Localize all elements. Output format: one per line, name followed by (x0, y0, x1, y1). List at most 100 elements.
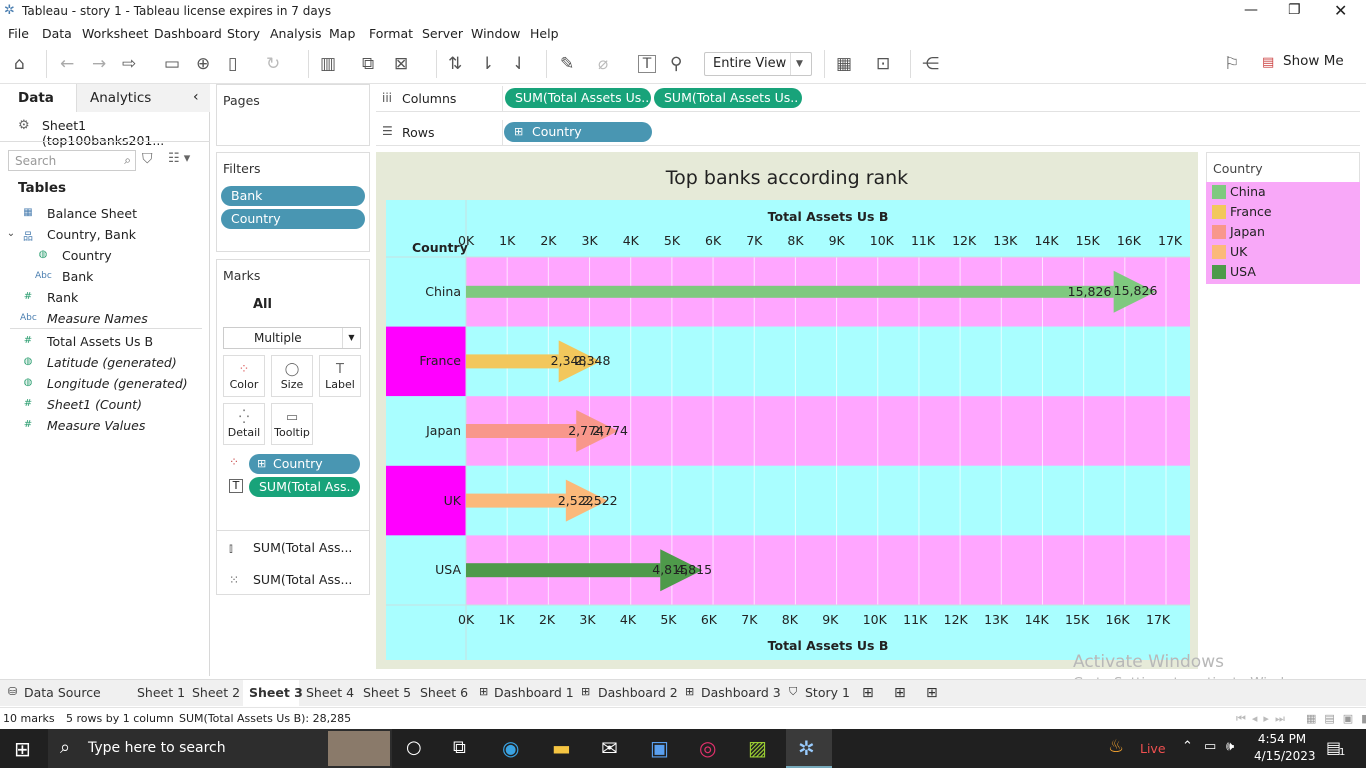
legend-item-china[interactable]: China (1210, 182, 1360, 202)
tab-dashboard-1[interactable]: Dashboard 1 (494, 685, 574, 700)
field-country-bank[interactable]: ⌄ 品 Country, Bank (0, 225, 210, 245)
show-cards-icon[interactable]: ▦ (836, 54, 852, 74)
sort-ascending-icon[interactable]: ⇂ (480, 54, 494, 74)
tab-sheet-1[interactable]: Sheet 1 (137, 685, 185, 700)
rows-pill-country[interactable]: ⊞ Country (504, 122, 652, 142)
legend-item-uk[interactable]: UK (1210, 242, 1360, 262)
highlight-icon[interactable]: ✎ (560, 54, 574, 74)
minimize-button[interactable]: — (1244, 2, 1258, 18)
datasource-name[interactable]: Sheet1 (top100banks201... (42, 118, 209, 148)
show-me-button[interactable]: Show Me (1283, 53, 1344, 69)
marks-pill-total-assets[interactable]: SUM(Total Ass.. (249, 477, 360, 497)
new-story-icon[interactable]: ⊞ (926, 685, 938, 701)
marks-measure-2[interactable]: SUM(Total Ass... (253, 572, 352, 587)
pause-updates-icon[interactable]: ▯ (228, 54, 237, 74)
save-icon[interactable]: ▭ (164, 54, 180, 74)
tab-analytics[interactable]: Analytics (90, 90, 151, 106)
cortana-icon[interactable]: ○ (406, 737, 422, 758)
new-dashboard-icon[interactable]: ⊞ (894, 685, 906, 701)
tab-data-source[interactable]: Data Source (24, 685, 101, 700)
weather-live[interactable]: Live (1140, 741, 1166, 756)
format-painter-icon[interactable]: ⚐ (1224, 54, 1239, 74)
menu-dashboard[interactable]: Dashboard (154, 26, 222, 41)
field-measure-values[interactable]: # Measure Values (0, 416, 210, 436)
labels-icon[interactable]: T (638, 55, 656, 73)
home-icon[interactable]: ⌂ (14, 54, 25, 74)
tab-sheet-3[interactable]: Sheet 3 (249, 685, 303, 700)
columns-pill-1[interactable]: SUM(Total Assets Us.. (505, 88, 651, 108)
menu-format[interactable]: Format (369, 26, 413, 41)
field-measure-names[interactable]: Abc Measure Names (0, 309, 210, 329)
share-icon[interactable]: ⋲ (922, 54, 939, 74)
battery-icon[interactable]: ▭ (1204, 739, 1216, 754)
view-options-icon[interactable]: ☷ ▾ (168, 151, 190, 166)
tab-story-1[interactable]: Story 1 (805, 685, 850, 700)
size-button[interactable]: ◯ Size (271, 355, 313, 397)
mail-icon[interactable]: ✉ (601, 736, 618, 760)
filters-card[interactable]: Filters Bank Country (216, 152, 370, 252)
color-button[interactable]: ⁘ Color (223, 355, 265, 397)
menu-worksheet[interactable]: Worksheet (82, 26, 148, 41)
pin-icon[interactable]: ⚲ (670, 54, 682, 74)
instagram-icon[interactable]: ◎ (699, 736, 716, 760)
row-label-france[interactable]: France (389, 353, 461, 368)
swap-icon[interactable]: ⇅ (448, 54, 462, 74)
tableau-taskbar-button[interactable]: ✲ (786, 729, 832, 768)
back-icon[interactable]: ← (60, 54, 74, 74)
marks-all-tab[interactable]: All (253, 297, 272, 312)
duplicate-icon[interactable]: ⧉ (362, 54, 374, 74)
field-longitude[interactable]: ◍ Longitude (generated) (0, 374, 210, 394)
menu-window[interactable]: Window (471, 26, 520, 41)
filter-icon[interactable]: ⛉ (142, 151, 153, 167)
task-view-icon[interactable]: ⧉ (453, 737, 466, 758)
field-bank[interactable]: Abc Bank (0, 267, 210, 287)
tab-data[interactable]: Data (18, 90, 54, 106)
menu-data[interactable]: Data (42, 26, 72, 41)
marks-measure-1[interactable]: SUM(Total Ass... (253, 540, 352, 555)
row-label-uk[interactable]: UK (389, 493, 461, 508)
tooltip-button[interactable]: ▭ Tooltip (271, 403, 313, 445)
field-balance-sheet[interactable]: ▦ Balance Sheet (0, 204, 210, 224)
tab-sheet-5[interactable]: Sheet 5 (363, 685, 411, 700)
nav-arrows-icon[interactable]: ⏮◂▸⏭ (1236, 712, 1291, 726)
chart-area[interactable]: Country Total Assets Us B Total Assets U… (386, 200, 1190, 660)
tab-sheet-2[interactable]: Sheet 2 (192, 685, 240, 700)
show-hidden-icons[interactable]: ⌃ (1182, 739, 1193, 754)
menu-analysis[interactable]: Analysis (270, 26, 322, 41)
new-datasource-icon[interactable]: ⊕ (196, 54, 210, 74)
menu-story[interactable]: Story (227, 26, 260, 41)
store-icon[interactable]: ▣ (650, 736, 669, 760)
columns-pill-2[interactable]: SUM(Total Assets Us.. (654, 88, 802, 108)
collapse-pane-icon[interactable]: ‹ (193, 89, 199, 105)
windows-start-icon[interactable]: ⊞ (14, 737, 31, 761)
clear-sheet-icon[interactable]: ⊠ (394, 54, 408, 74)
rows-shelf[interactable]: ☰ Rows ⊞ Country (376, 120, 1360, 146)
filter-pill-bank[interactable]: Bank (221, 186, 365, 206)
clock-time[interactable]: 4:54 PM (1256, 732, 1308, 746)
pages-card[interactable]: Pages (216, 84, 370, 146)
menu-server[interactable]: Server (422, 26, 463, 41)
marks-pill-country[interactable]: ⊞ Country (249, 454, 360, 474)
redo-icon[interactable]: ⇨ (122, 54, 136, 74)
field-country[interactable]: ◍ Country (0, 246, 210, 266)
row-label-usa[interactable]: USA (389, 562, 461, 577)
legend-item-usa[interactable]: USA (1210, 262, 1360, 282)
tab-sheet-6[interactable]: Sheet 6 (420, 685, 468, 700)
field-latitude[interactable]: ◍ Latitude (generated) (0, 353, 210, 373)
legend-item-france[interactable]: France (1210, 202, 1360, 222)
sort-descending-icon[interactable]: ⇃ (512, 54, 526, 74)
presentation-icon[interactable]: ⊡ (876, 54, 890, 74)
menu-map[interactable]: Map (329, 26, 355, 41)
legend-item-japan[interactable]: Japan (1210, 222, 1360, 242)
group-icon[interactable]: ⌀ (598, 54, 608, 74)
field-rank[interactable]: # Rank (0, 288, 210, 308)
new-worksheet-icon[interactable]: ▥ (320, 54, 336, 74)
edge-icon[interactable]: ◉ (502, 736, 519, 760)
volume-icon[interactable]: 🕪 (1226, 739, 1234, 754)
columns-shelf[interactable]: iii Columns SUM(Total Assets Us.. SUM(To… (376, 86, 1360, 112)
row-label-china[interactable]: China (389, 284, 461, 299)
view-layout-icon[interactable]: ▦▤▣■ (1306, 712, 1366, 725)
detail-button[interactable]: ⁛ Detail (223, 403, 265, 445)
search-input[interactable]: Search ⌕ (8, 150, 136, 171)
restore-button[interactable]: ❐ (1288, 2, 1301, 18)
